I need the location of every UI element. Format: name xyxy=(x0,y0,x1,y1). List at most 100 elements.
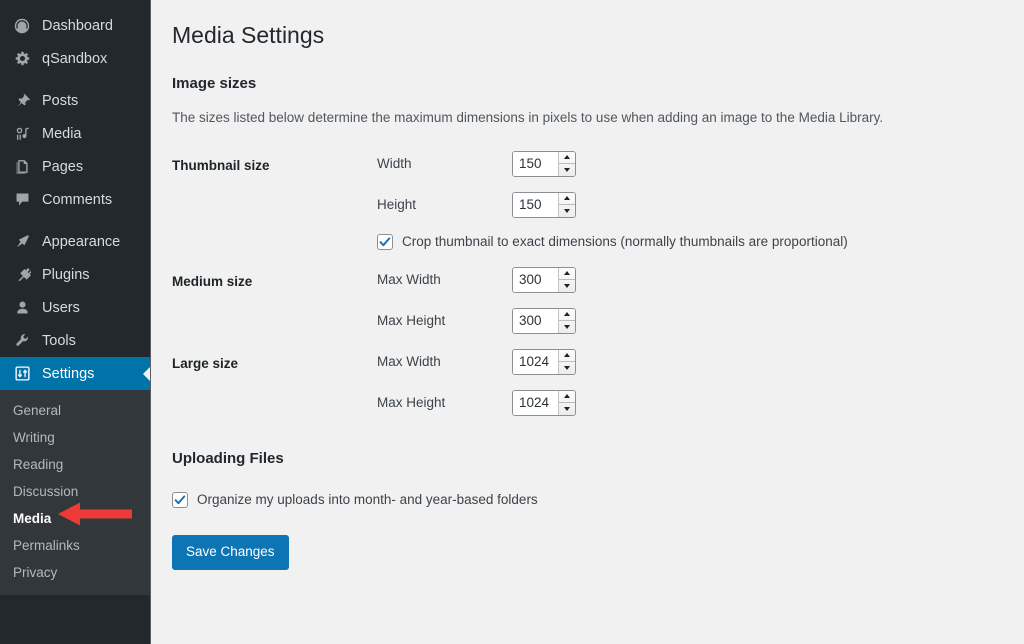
sidebar-item-label: Appearance xyxy=(42,233,121,250)
sidebar-item-comments[interactable]: Comments xyxy=(0,183,150,216)
field-medium-max-height: Max Height 300 xyxy=(377,300,1024,341)
row-title-large: Large size xyxy=(172,356,239,371)
sidebar-divider-2 xyxy=(0,216,150,225)
medium-max-height-input[interactable]: 300 xyxy=(512,307,576,334)
field-thumbnail-height: Height 150 xyxy=(377,184,1024,225)
sidebar-item-label: qSandbox xyxy=(42,50,108,67)
sidebar-item-users[interactable]: Users xyxy=(0,291,150,324)
spinner-down-icon[interactable] xyxy=(559,164,575,176)
medium-max-width-input[interactable]: 300 xyxy=(512,266,576,293)
settings-icon xyxy=(11,364,33,384)
spinner-control[interactable] xyxy=(558,151,575,176)
submenu-item-discussion[interactable]: Discussion xyxy=(0,478,150,505)
image-sizes-table: Thumbnail size Width 150 Height 150 Crop… xyxy=(172,143,1024,423)
sidebar-divider-1 xyxy=(0,75,150,84)
sidebar-item-label: Dashboard xyxy=(42,17,113,34)
sidebar-item-settings[interactable]: Settings xyxy=(0,357,150,390)
pin-icon xyxy=(11,91,33,111)
spinner-down-icon[interactable] xyxy=(559,362,575,374)
sidebar-item-appearance[interactable]: Appearance xyxy=(0,225,150,258)
gear-icon xyxy=(11,49,33,69)
sidebar-item-label: Plugins xyxy=(42,266,90,283)
spinner-down-icon[interactable] xyxy=(559,321,575,333)
sidebar-item-plugins[interactable]: Plugins xyxy=(0,258,150,291)
organize-uploads-checkbox[interactable] xyxy=(172,492,188,508)
submenu-item-general[interactable]: General xyxy=(0,397,150,424)
image-sizes-heading: Image sizes xyxy=(172,75,257,92)
sidebar-item-label: Pages xyxy=(42,158,84,175)
save-changes-button[interactable]: Save Changes xyxy=(172,535,289,570)
sidebar-item-label: Comments xyxy=(42,191,113,208)
submenu-item-media[interactable]: Media xyxy=(0,505,150,532)
large-max-height-input[interactable]: 1024 xyxy=(512,389,576,416)
spinner-control[interactable] xyxy=(558,192,575,217)
sidebar-item-dashboard[interactable]: Dashboard xyxy=(0,9,150,42)
sidebar-item-label: Posts xyxy=(42,92,79,109)
submenu-item-privacy[interactable]: Privacy xyxy=(0,559,150,586)
row-title-thumbnail: Thumbnail size xyxy=(172,158,270,173)
table-row: Large size Max Width 1024 Max Height 102… xyxy=(172,341,1024,423)
plug-icon xyxy=(11,265,33,285)
input-value[interactable]: 300 xyxy=(513,308,558,333)
wrench-icon xyxy=(11,331,33,351)
thumbnail-height-input[interactable]: 150 xyxy=(512,191,576,218)
row-title-medium: Medium size xyxy=(172,274,253,289)
spinner-up-icon[interactable] xyxy=(559,152,575,164)
spinner-down-icon[interactable] xyxy=(559,280,575,292)
sidebar-item-pages[interactable]: Pages xyxy=(0,150,150,183)
field-label: Width xyxy=(377,155,412,171)
spinner-control[interactable] xyxy=(558,267,575,292)
field-medium-max-width: Max Width 300 xyxy=(377,259,1024,300)
row-fields-large: Max Width 1024 Max Height 1024 xyxy=(377,341,1024,423)
media-icon xyxy=(11,124,33,144)
sidebar-item-tools[interactable]: Tools xyxy=(0,324,150,357)
spinner-up-icon[interactable] xyxy=(559,309,575,321)
input-value[interactable]: 150 xyxy=(513,151,558,176)
large-max-width-input[interactable]: 1024 xyxy=(512,348,576,375)
spinner-control[interactable] xyxy=(558,308,575,333)
input-value[interactable]: 1024 xyxy=(513,390,558,415)
crop-thumbnail-label[interactable]: Crop thumbnail to exact dimensions (norm… xyxy=(402,233,848,251)
sidebar-item-media[interactable]: Media xyxy=(0,117,150,150)
field-label: Max Width xyxy=(377,353,441,369)
thumbnail-width-input[interactable]: 150 xyxy=(512,150,576,177)
checkmark-icon xyxy=(379,237,391,247)
table-row: Medium size Max Width 300 Max Height 300 xyxy=(172,259,1024,341)
field-large-max-width: Max Width 1024 xyxy=(377,341,1024,382)
organize-uploads-label[interactable]: Organize my uploads into month- and year… xyxy=(197,491,538,509)
field-large-max-height: Max Height 1024 xyxy=(377,382,1024,423)
input-value[interactable]: 1024 xyxy=(513,349,558,374)
paintbrush-icon xyxy=(11,232,33,252)
input-value[interactable]: 150 xyxy=(513,192,558,217)
spinner-up-icon[interactable] xyxy=(559,350,575,362)
submenu-item-permalinks[interactable]: Permalinks xyxy=(0,532,150,559)
submenu-item-reading[interactable]: Reading xyxy=(0,451,150,478)
pages-icon xyxy=(11,157,33,177)
field-label: Height xyxy=(377,196,417,212)
submenu-item-writing[interactable]: Writing xyxy=(0,424,150,451)
row-fields-medium: Max Width 300 Max Height 300 xyxy=(377,259,1024,341)
spinner-up-icon[interactable] xyxy=(559,391,575,403)
spinner-down-icon[interactable] xyxy=(559,205,575,217)
row-fields-thumbnail: Width 150 Height 150 Crop thumbnail to e… xyxy=(377,143,1024,259)
field-label: Max Height xyxy=(377,312,446,328)
image-sizes-description: The sizes listed below determine the max… xyxy=(172,110,884,125)
spinner-up-icon[interactable] xyxy=(559,268,575,280)
field-label: Max Height xyxy=(377,394,446,410)
comment-icon xyxy=(11,190,33,210)
uploading-files-heading: Uploading Files xyxy=(172,450,284,467)
sidebar-item-label: Users xyxy=(42,299,80,316)
organize-uploads-row: Organize my uploads into month- and year… xyxy=(172,491,1024,509)
page-title: Media Settings xyxy=(172,22,325,48)
sidebar-item-posts[interactable]: Posts xyxy=(0,84,150,117)
crop-thumbnail-checkbox[interactable] xyxy=(377,234,393,250)
uploading-files-section: Uploading Files Organize my uploads into… xyxy=(172,449,1024,570)
spinner-control[interactable] xyxy=(558,349,575,374)
spinner-control[interactable] xyxy=(558,390,575,415)
spinner-up-icon[interactable] xyxy=(559,193,575,205)
sidebar-item-qsandbox[interactable]: qSandbox xyxy=(0,42,150,75)
input-value[interactable]: 300 xyxy=(513,267,558,292)
spinner-down-icon[interactable] xyxy=(559,403,575,415)
crop-thumbnail-row: Crop thumbnail to exact dimensions (norm… xyxy=(377,225,1024,259)
sidebar-item-label: Tools xyxy=(42,332,76,349)
